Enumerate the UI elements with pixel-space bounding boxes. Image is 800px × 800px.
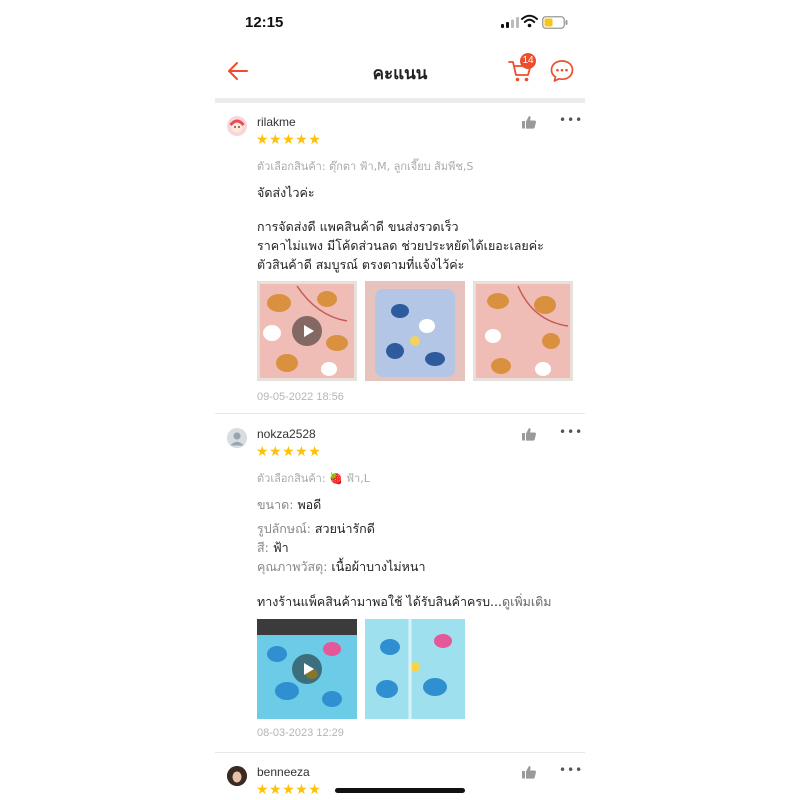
attribute-quality: คุณภาพวัสดุ: เนื้อผ้าบางไม่หนา [257,557,425,577]
more-icon[interactable]: ••• [559,425,583,439]
username[interactable]: nokza2528 [257,427,316,441]
username[interactable]: rilakme [257,115,296,129]
star-rating: ★★★★★ [256,444,322,460]
top-nav-bar: คะแนน 14 [215,46,585,98]
review-date: 09-05-2022 18:56 [257,391,344,403]
review-video-thumbnail[interactable] [257,281,357,381]
review-text-line: ราคาไม่แพง มีโค้ดส่วนลด ช่วยประหยัดได้เย… [257,238,544,253]
review-photo[interactable] [365,281,465,381]
attribute-look: รูปลักษณ์: สวยน่ารักดี [257,519,375,539]
attribute-value: ฟ้า [272,540,289,555]
more-icon[interactable]: ••• [559,113,583,127]
review-text-line: การจัดส่งดี แพคสินค้าดี ขนส่งรวดเร็ว [257,219,459,234]
attribute-label: ขนาด: [257,497,294,512]
status-bar: 12:15 [215,0,585,46]
review-photo[interactable] [365,619,465,719]
play-icon[interactable] [292,316,322,346]
attribute-color: สี: ฟ้า [257,538,289,558]
cart-count-badge: 14 [520,53,536,69]
avatar[interactable] [227,116,247,136]
home-indicator[interactable] [335,788,465,793]
review-photo[interactable] [473,281,573,381]
chat-icon[interactable] [549,58,575,84]
attribute-label: รูปลักษณ์: [257,521,311,536]
wifi-icon [521,14,538,28]
thumbs-up-icon[interactable] [521,764,537,780]
signal-icon [501,17,519,28]
attribute-value: พอดี [297,497,322,512]
variant-text: ตัวเลือกสินค้า: ตุ๊กตา ฟ้า,M, ลูกเจี๊ยบ … [257,160,474,173]
thumbs-up-icon[interactable] [521,426,537,442]
review-body: ทางร้านแพ็คสินค้ามาพอใช้ ได้รับสินค้าครบ… [257,592,551,612]
review-date: 08-03-2023 12:29 [257,727,344,739]
username[interactable]: benneeza [257,765,310,779]
avatar[interactable] [227,428,247,448]
review-video-thumbnail[interactable] [257,619,357,719]
attribute-size: ขนาด: พอดี [257,495,321,515]
star-rating: ★★★★★ [256,782,322,798]
status-time: 12:15 [245,14,284,31]
attribute-label: คุณภาพวัสดุ: [257,559,328,574]
review-item: nokza2528 ••• ★★★★★ ตัวเลือกสินค้า: 🍓 ฟ้… [215,414,585,752]
review-item: rilakme ••• ★★★★★ ตัวเลือกสินค้า: ตุ๊กตา… [215,103,585,413]
star-rating: ★★★★★ [256,132,322,148]
attribute-label: สี: [257,540,269,555]
attribute-value: สวยน่ารักดี [314,521,375,536]
review-text-line: จัดส่งไวค่ะ [257,185,315,200]
phone-screen: 12:15 คะแนน 14 rilakme ••• ★★★★★ ตัวเลือ… [215,0,585,800]
play-icon[interactable] [292,654,322,684]
thumbs-up-icon[interactable] [521,114,537,130]
avatar[interactable] [227,766,247,786]
battery-icon [542,16,568,29]
review-text: ทางร้านแพ็คสินค้ามาพอใช้ ได้รับสินค้าครบ… [257,594,502,609]
variant-text: ตัวเลือกสินค้า: 🍓 ฟ้า,L [257,472,370,485]
see-more-link[interactable]: ดูเพิ่มเติม [502,594,552,609]
more-icon[interactable]: ••• [559,763,583,777]
attribute-value: เนื้อผ้าบางไม่หนา [331,559,426,574]
review-text-line: ตัวสินค้าดี สมบูรณ์ ตรงตามที่แจ้งไว้ค่ะ [257,257,465,272]
